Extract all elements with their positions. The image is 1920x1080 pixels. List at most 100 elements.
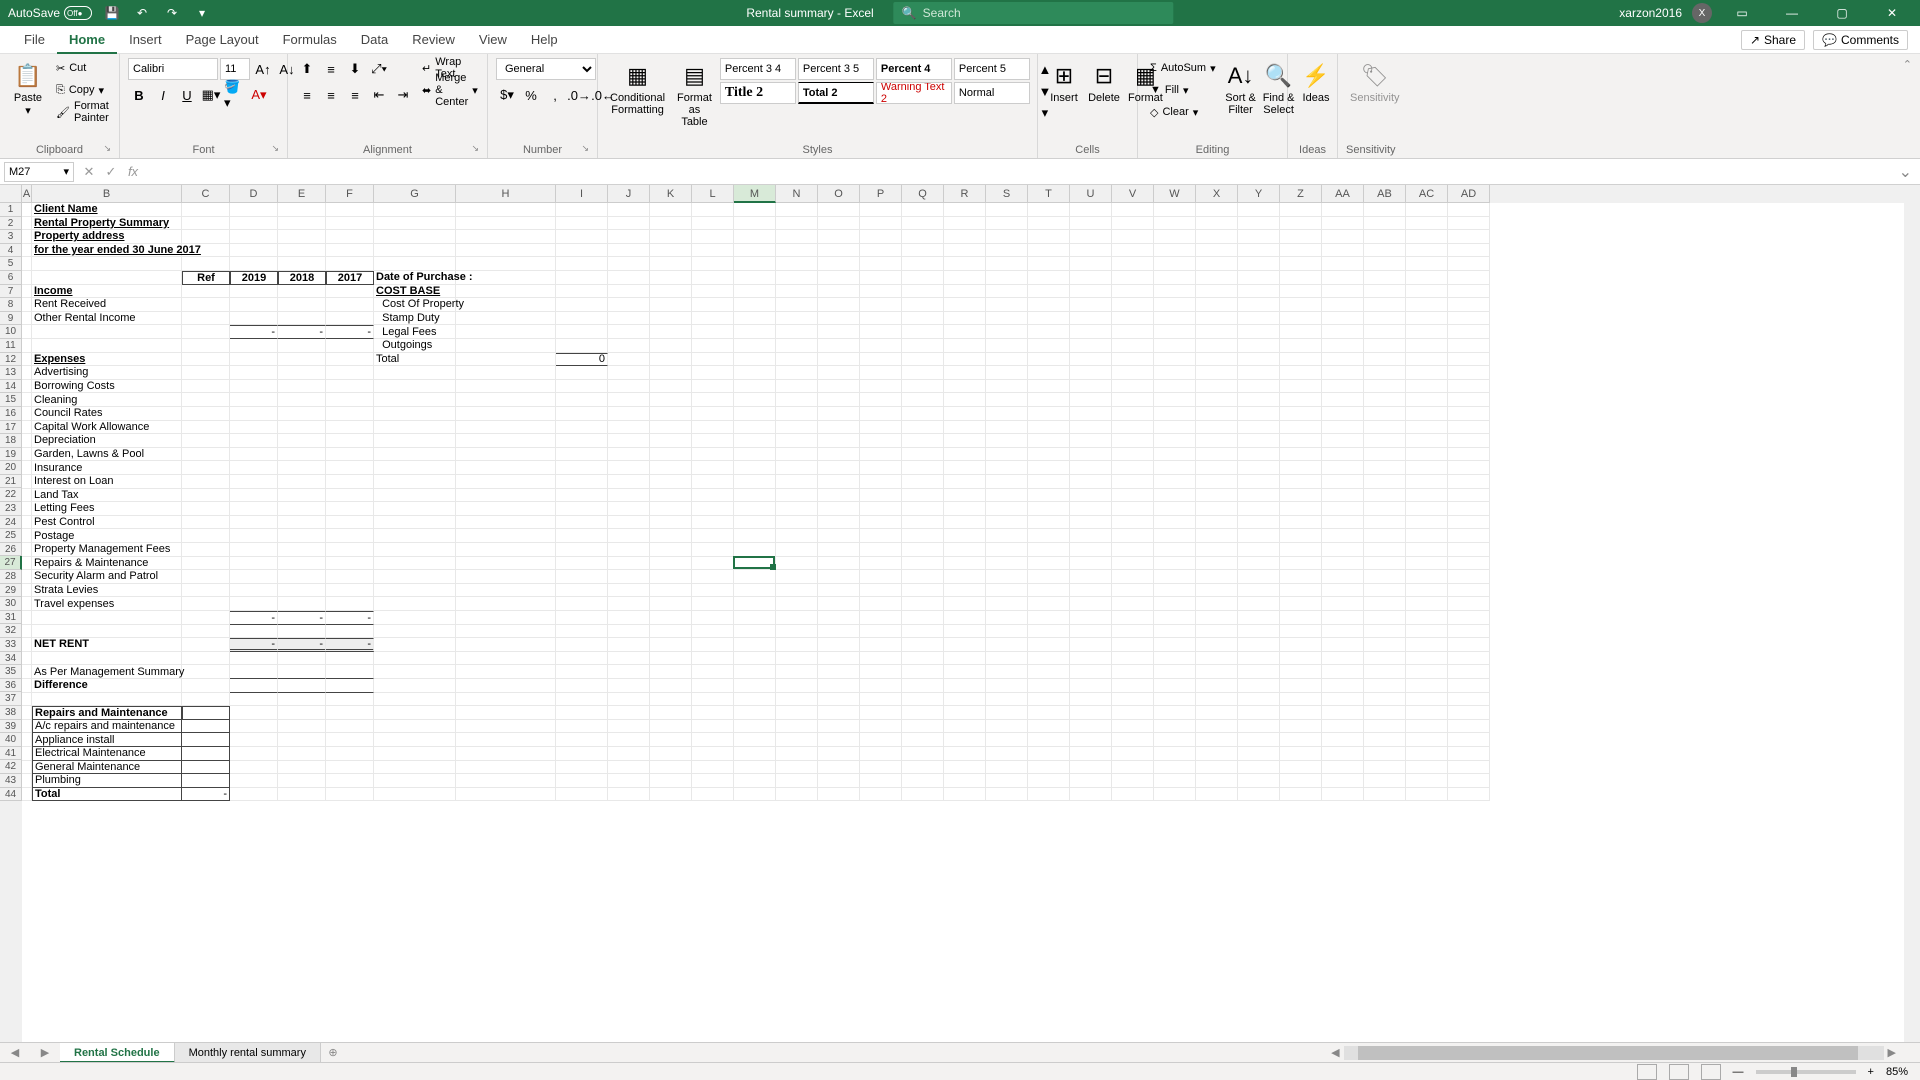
cell-C6[interactable]: Ref [182, 271, 230, 285]
cell-bg[interactable] [734, 638, 776, 652]
cell-bg[interactable] [860, 529, 902, 543]
name-box[interactable]: M27▾ [4, 162, 74, 182]
cell-bg[interactable] [608, 203, 650, 217]
cell-bg[interactable] [1364, 693, 1406, 707]
cell-bg[interactable] [1364, 244, 1406, 258]
cell-bg[interactable] [734, 625, 776, 639]
cell-B1[interactable]: Client Name [32, 203, 374, 217]
cell-bg[interactable] [556, 516, 608, 530]
cell-bg[interactable] [1406, 720, 1448, 734]
cell-bg[interactable] [1406, 693, 1448, 707]
font-launcher-icon[interactable]: ↘ [271, 143, 279, 154]
cell-bg[interactable] [556, 720, 608, 734]
cell-bg[interactable] [1112, 461, 1154, 475]
cell-bg[interactable] [776, 516, 818, 530]
cell-bg[interactable] [986, 733, 1028, 747]
cell-bg[interactable] [1070, 271, 1112, 285]
cell-bg[interactable] [556, 652, 608, 666]
cell-bg[interactable] [818, 230, 860, 244]
cell-E36[interactable] [278, 679, 326, 693]
cell-bg[interactable] [608, 407, 650, 421]
cell-bg[interactable] [650, 502, 692, 516]
cell-bg[interactable] [608, 733, 650, 747]
cell-bg[interactable] [326, 788, 374, 802]
cell-bg[interactable] [22, 761, 32, 775]
row-header-3[interactable]: 3 [0, 230, 22, 244]
copy-button[interactable]: ⎘ Copy ▾ [52, 80, 113, 100]
cell-bg[interactable] [860, 244, 902, 258]
align-right-icon[interactable]: ≡ [344, 84, 366, 106]
cell-B8[interactable]: Rent Received [32, 298, 182, 312]
cell-bg[interactable] [650, 529, 692, 543]
cell-bg[interactable] [1196, 380, 1238, 394]
cell-E6[interactable]: 2018 [278, 271, 326, 285]
cell-bg[interactable] [1154, 584, 1196, 598]
cell-bg[interactable] [944, 217, 986, 231]
cell-bg[interactable] [1322, 502, 1364, 516]
cell-bg[interactable] [230, 543, 278, 557]
cell-bg[interactable] [182, 516, 230, 530]
cell-bg[interactable] [692, 761, 734, 775]
col-header-J[interactable]: J [608, 185, 650, 203]
cell-bg[interactable] [1280, 665, 1322, 679]
cell-bg[interactable] [1154, 230, 1196, 244]
cell-bg[interactable] [1238, 380, 1280, 394]
cell-bg[interactable] [1406, 475, 1448, 489]
cell-bg[interactable] [182, 502, 230, 516]
cell-bg[interactable] [456, 652, 556, 666]
cell-bg[interactable] [650, 366, 692, 380]
cell-bg[interactable] [1280, 217, 1322, 231]
cell-bg[interactable] [944, 761, 986, 775]
cell-bg[interactable] [692, 706, 734, 720]
cell-bg[interactable] [1154, 339, 1196, 353]
cell-bg[interactable] [944, 489, 986, 503]
cell-bg[interactable] [456, 393, 556, 407]
cell-bg[interactable] [1280, 584, 1322, 598]
cell-bg[interactable] [1448, 325, 1490, 339]
cell-bg[interactable] [1112, 312, 1154, 326]
cell-bg[interactable] [1070, 475, 1112, 489]
col-header-L[interactable]: L [692, 185, 734, 203]
cell-bg[interactable] [776, 570, 818, 584]
cell-bg[interactable] [608, 461, 650, 475]
cell-bg[interactable] [1280, 312, 1322, 326]
cell-bg[interactable] [818, 285, 860, 299]
cell-bg[interactable] [456, 706, 556, 720]
cell-bg[interactable] [456, 516, 556, 530]
cell-bg[interactable] [1070, 421, 1112, 435]
cell-bg[interactable] [860, 257, 902, 271]
cell-bg[interactable] [860, 665, 902, 679]
cell-bg[interactable] [278, 720, 326, 734]
cell-bg[interactable] [1112, 339, 1154, 353]
cell-bg[interactable] [608, 570, 650, 584]
cell-bg[interactable] [776, 625, 818, 639]
cell-bg[interactable] [1364, 298, 1406, 312]
cell-bg[interactable] [374, 366, 456, 380]
cell-bg[interactable] [556, 407, 608, 421]
cell-bg[interactable] [1364, 679, 1406, 693]
cell-bg[interactable] [1112, 475, 1154, 489]
cell-bg[interactable] [182, 312, 230, 326]
avatar[interactable]: X [1692, 3, 1712, 23]
cell-bg[interactable] [556, 217, 608, 231]
vertical-scrollbar[interactable] [1904, 185, 1920, 1042]
cell-bg[interactable] [650, 257, 692, 271]
cell-bg[interactable] [818, 421, 860, 435]
underline-button[interactable]: U [176, 84, 198, 106]
cell-bg[interactable] [278, 597, 326, 611]
paste-button[interactable]: 📋Paste▾ [8, 58, 48, 119]
cell-bg[interactable] [556, 393, 608, 407]
cell-bg[interactable] [1238, 570, 1280, 584]
cell-bg[interactable] [902, 257, 944, 271]
cell-bg[interactable] [1154, 788, 1196, 802]
cell-bg[interactable] [1238, 421, 1280, 435]
cell-bg[interactable] [456, 693, 556, 707]
cell-bg[interactable] [374, 421, 456, 435]
cell-bg[interactable] [692, 257, 734, 271]
cell-bg[interactable] [374, 611, 456, 625]
cell-bg[interactable] [1364, 339, 1406, 353]
cell-bg[interactable] [1322, 421, 1364, 435]
save-icon[interactable]: 💾 [102, 3, 122, 23]
cell-bg[interactable] [1070, 339, 1112, 353]
cell-bg[interactable] [374, 788, 456, 802]
